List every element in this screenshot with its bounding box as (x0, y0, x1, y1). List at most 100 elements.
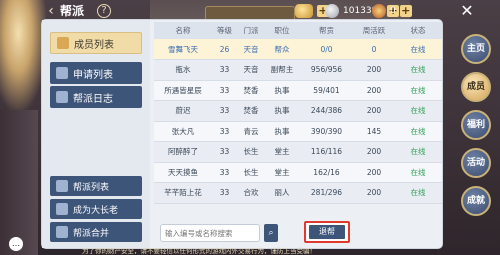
ingot-icon (295, 4, 313, 18)
back-arrow-icon[interactable]: ‹ (44, 3, 58, 19)
guild-panel: 成员列表 申请列表 帮派日志 帮派列表 成为大长老 帮派合并 名称 等级 门派 … (42, 20, 442, 248)
sidebar-item-label: 申请列表 (73, 69, 113, 81)
chat-bubble-icon[interactable]: … (9, 237, 23, 251)
table-header: 名称 等级 门派 职位 帮贡 周活跃 状态 (154, 22, 442, 39)
table-row[interactable]: 阿醉醉了 33 长生 堂主 116/116 200 在线 (154, 141, 442, 163)
sidebar-item-guild-merge[interactable]: 帮派合并 (50, 222, 142, 242)
member-weekly-activity: 200 (354, 162, 394, 183)
member-sect: 长生 (237, 141, 265, 163)
table-footer: ⌕ 退帮 (154, 220, 442, 246)
table-row[interactable]: 张大凡 33 青云 执事 390/390 145 在线 (154, 121, 442, 142)
member-sect: 长生 (237, 162, 265, 183)
quit-guild-button[interactable]: 退帮 (304, 221, 350, 243)
member-position: 丽人 (265, 182, 299, 204)
sidebar-item-guild-list[interactable]: 帮派列表 (50, 176, 142, 196)
table-row[interactable]: 所遇皆星辰 33 焚香 执事 59/401 200 在线 (154, 80, 442, 101)
member-status: 在线 (394, 141, 442, 163)
member-name: 蔚迟 (154, 100, 212, 122)
member-level: 26 (212, 39, 237, 60)
quit-guild-label: 退帮 (309, 225, 345, 239)
sidebar: 成员列表 申请列表 帮派日志 帮派列表 成为大长老 帮派合并 (42, 20, 150, 248)
application-list-icon (56, 67, 68, 79)
menu-activity-button[interactable]: 活动 (461, 148, 491, 178)
table-row[interactable]: 蔚迟 33 焚香 执事 244/386 200 在线 (154, 100, 442, 122)
member-position: 执事 (265, 121, 299, 142)
member-level: 33 (212, 59, 237, 81)
sidebar-item-guild-log[interactable]: 帮派日志 (50, 86, 142, 108)
member-level: 33 (212, 100, 237, 122)
contribution-amount: 0 (390, 6, 396, 16)
gold-currency: + (295, 3, 329, 19)
member-name: 张大凡 (154, 121, 212, 142)
search-icon[interactable]: ⌕ (264, 224, 278, 242)
merge-icon (56, 226, 68, 238)
header-position[interactable]: 职位 (265, 22, 299, 39)
sidebar-item-label: 帮派日志 (73, 93, 113, 105)
member-name: 芊芊陌上花 (154, 182, 212, 204)
header-contribution[interactable]: 帮贡 (299, 22, 354, 39)
sidebar-item-label: 成为大长老 (73, 205, 119, 216)
right-menu: 主页 成员 福利 活动 成就 (454, 34, 500, 224)
log-icon (56, 91, 68, 103)
member-contribution: 59/401 (299, 80, 354, 101)
member-level: 33 (212, 182, 237, 204)
member-status: 在线 (394, 121, 442, 142)
member-position: 执事 (265, 100, 299, 122)
sidebar-item-application-list[interactable]: 申请列表 (50, 62, 142, 84)
member-weekly-activity: 200 (354, 141, 394, 163)
header-status[interactable]: 状态 (394, 22, 442, 39)
member-position: 堂主 (265, 141, 299, 163)
member-weekly-activity: 0 (354, 39, 394, 60)
search-input[interactable] (160, 224, 260, 242)
member-status: 在线 (394, 162, 442, 183)
member-weekly-activity: 200 (354, 182, 394, 204)
sidebar-item-become-elder[interactable]: 成为大长老 (50, 199, 142, 219)
table-row[interactable]: 天天摸鱼 33 长生 堂主 162/16 200 在线 (154, 162, 442, 183)
header-sect[interactable]: 门派 (237, 22, 265, 39)
close-icon[interactable]: ✕ (458, 2, 476, 20)
sidebar-item-member-list[interactable]: 成员列表 (50, 32, 142, 54)
member-table: 名称 等级 门派 职位 帮贡 周活跃 状态 雪舞飞天 26 天音 帮众 0/0 0 在线 瓶水… (154, 22, 442, 204)
sidebar-item-label: 帮派列表 (73, 182, 110, 193)
member-name: 瓶水 (154, 59, 212, 81)
header-level[interactable]: 等级 (212, 22, 237, 39)
member-level: 33 (212, 141, 237, 163)
page-title: 帮派 (60, 4, 85, 18)
header-weekly-activity[interactable]: 周活跃 (354, 22, 394, 39)
member-weekly-activity: 200 (354, 100, 394, 122)
member-name: 阿醉醉了 (154, 141, 212, 163)
header-name[interactable]: 名称 (154, 22, 212, 39)
member-list-icon (57, 37, 69, 49)
member-position: 帮众 (265, 39, 299, 60)
member-contribution: 956/956 (299, 59, 354, 81)
guild-list-icon (56, 180, 68, 192)
member-level: 33 (212, 80, 237, 101)
member-sect: 天音 (237, 59, 265, 81)
menu-achievement-button[interactable]: 成就 (461, 186, 491, 216)
member-level: 33 (212, 121, 237, 142)
menu-welfare-button[interactable]: 福利 (461, 110, 491, 140)
member-name: 天天摸鱼 (154, 162, 212, 183)
member-name: 所遇皆星辰 (154, 80, 212, 101)
member-status: 在线 (394, 182, 442, 204)
member-name: 雪舞飞天 (154, 39, 212, 60)
table-row[interactable]: 雪舞飞天 26 天音 帮众 0/0 0 在线 (154, 39, 442, 60)
pillar (0, 110, 38, 255)
silver-coin-icon (325, 4, 339, 18)
sidebar-item-label: 成员列表 (74, 39, 114, 51)
top-bar: ‹ 帮派 ? + 1013391 + 0 + ✕ (0, 0, 500, 22)
table-row[interactable]: 瓶水 33 天音 副帮主 956/956 200 在线 (154, 59, 442, 81)
menu-members-button[interactable]: 成员 (461, 72, 491, 102)
member-weekly-activity: 200 (354, 80, 394, 101)
add-contribution-button[interactable]: + (399, 5, 412, 17)
sidebar-item-label: 帮派合并 (73, 228, 110, 239)
member-sect: 青云 (237, 121, 265, 142)
member-contribution: 116/116 (299, 141, 354, 163)
table-row[interactable]: 芊芊陌上花 33 合欢 丽人 281/296 200 在线 (154, 182, 442, 204)
member-status: 在线 (394, 39, 442, 60)
member-position: 执事 (265, 80, 299, 101)
contribution-badge-icon (372, 4, 386, 18)
menu-home-button[interactable]: 主页 (461, 34, 491, 64)
elder-icon (56, 203, 68, 215)
help-icon[interactable]: ? (97, 4, 111, 18)
